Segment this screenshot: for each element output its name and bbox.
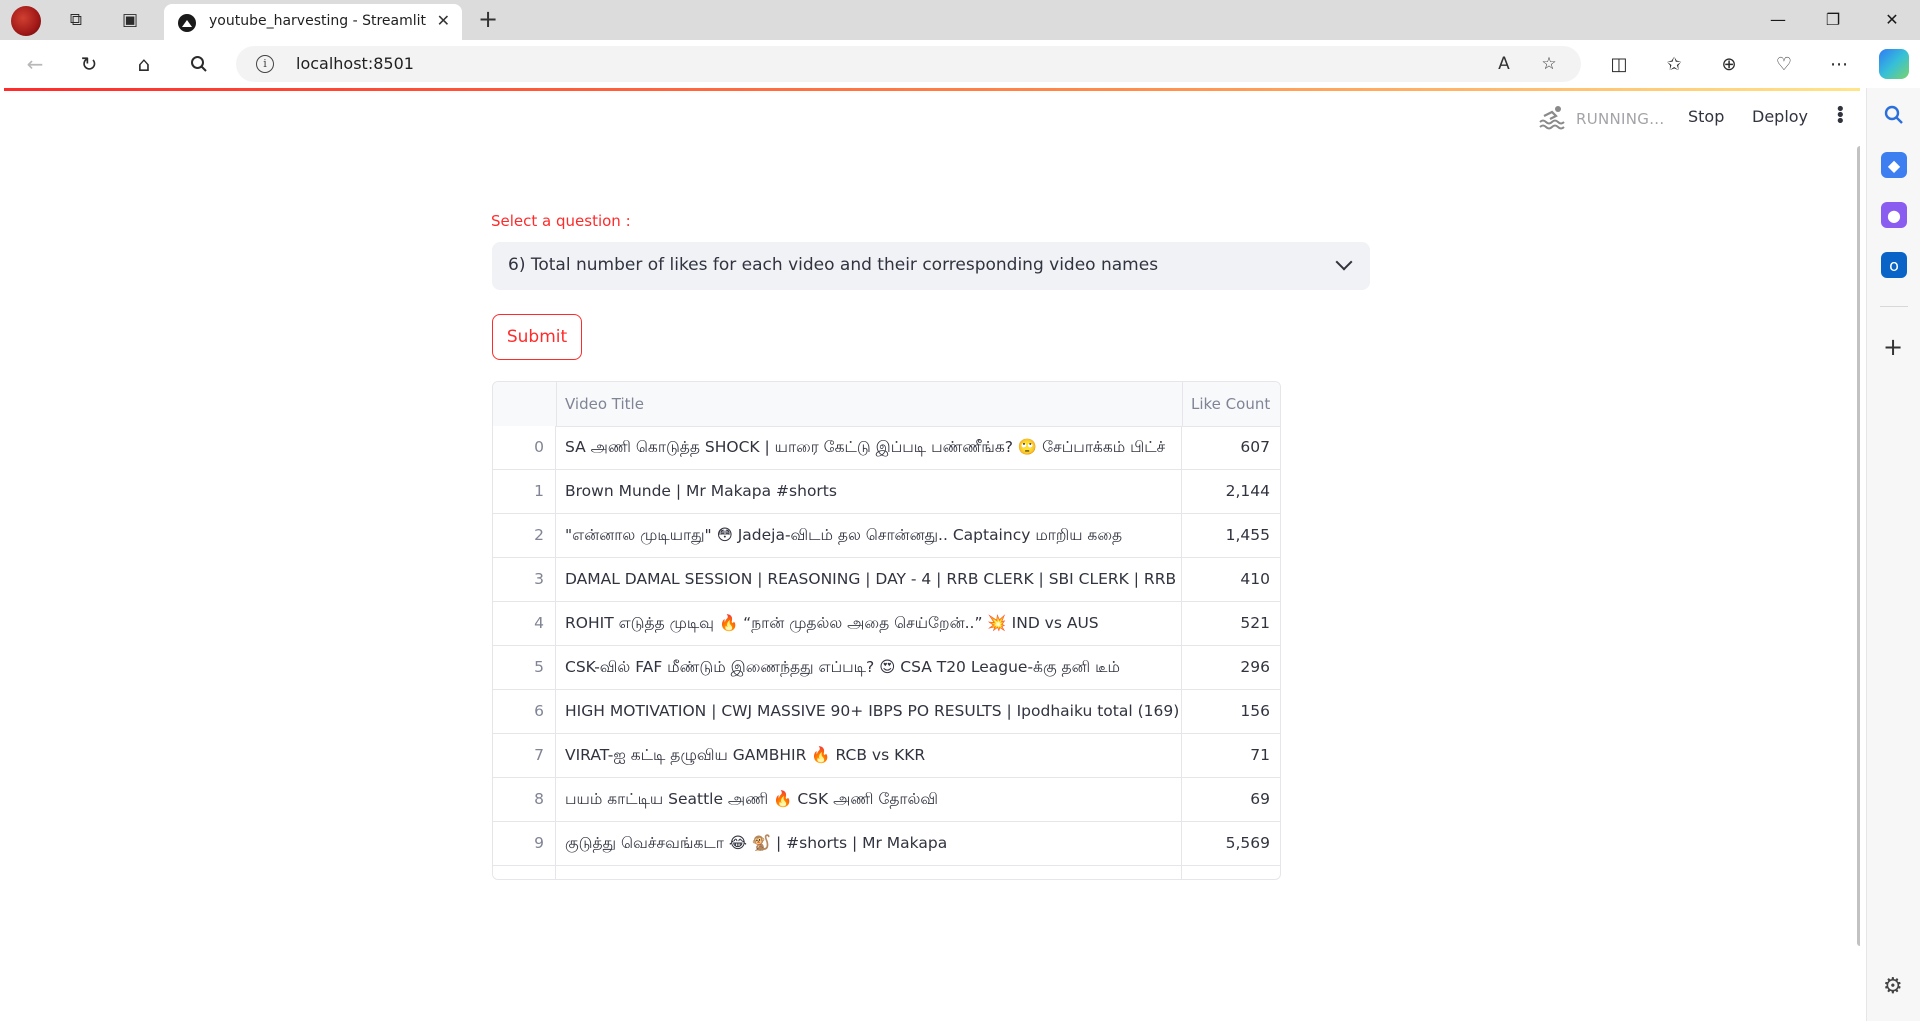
settings-more-icon[interactable]: ⋯ — [1826, 51, 1852, 77]
running-status: RUNNING... — [1576, 110, 1665, 128]
results-dataframe[interactable]: Video Title Like Count 0 SA அணி கொடுத்த … — [492, 381, 1281, 880]
dataframe-header: Video Title Like Count — [493, 382, 1280, 427]
video-title-cell[interactable]: "என்னால முடியாது" 😳 Jadeja-விடம் தல சொன்… — [556, 514, 1182, 557]
table-row[interactable]: 8 பயம் காட்டிய Seattle அணி 🔥 CSK அணி தோல… — [493, 778, 1280, 822]
video-title-header[interactable]: Video Title — [556, 382, 1182, 426]
like-count-cell[interactable]: 69 — [1182, 778, 1280, 821]
sidebar-settings-gear-icon[interactable]: ⚙ — [1883, 974, 1903, 999]
tab-title: youtube_harvesting - Streamlit — [209, 13, 426, 29]
page-scrollbar[interactable] — [1857, 146, 1860, 946]
sidebar-add-icon[interactable]: + — [1883, 333, 1903, 361]
row-index: 9 — [493, 822, 556, 865]
table-row-partial — [493, 866, 1280, 879]
video-title-cell[interactable]: HIGH MOTIVATION | CWJ MASSIVE 90+ IBPS P… — [556, 690, 1182, 733]
address-bar[interactable]: i localhost:8501 A ☆ — [236, 46, 1581, 82]
like-count-cell[interactable]: 410 — [1182, 558, 1280, 601]
like-count-cell[interactable]: 71 — [1182, 734, 1280, 777]
row-index: 5 — [493, 646, 556, 689]
row-index: 0 — [493, 426, 556, 469]
split-screen-icon[interactable]: ◫ — [1606, 51, 1632, 77]
video-title-cell — [556, 866, 1182, 879]
like-count-cell[interactable]: 5,569 — [1182, 822, 1280, 865]
question-select[interactable]: 6) Total number of likes for each video … — [492, 242, 1370, 290]
sidebar-outlook-icon[interactable]: o — [1881, 252, 1907, 278]
video-title-cell[interactable]: ROHIT எடுத்த முடிவு 🔥 “நான் முதல்ல அதை ச… — [556, 602, 1182, 645]
table-row[interactable]: 2 "என்னால முடியாது" 😳 Jadeja-விடம் தல சொ… — [493, 514, 1280, 558]
refresh-icon[interactable]: ↻ — [76, 51, 102, 77]
deploy-button[interactable]: Deploy — [1752, 107, 1808, 126]
back-arrow-icon[interactable]: ← — [22, 51, 48, 77]
collections-icon[interactable]: ⊕ — [1716, 51, 1742, 77]
index-header — [493, 382, 556, 426]
table-row[interactable]: 0 SA அணி கொடுத்த SHOCK | யாரை கேட்டு இப்… — [493, 426, 1280, 470]
video-title-cell[interactable]: DAMAL DAMAL SESSION | REASONING | DAY - … — [556, 558, 1182, 601]
read-aloud-icon[interactable]: A — [1493, 53, 1515, 75]
tab-actions-icon[interactable]: ▣ — [118, 8, 142, 32]
search-icon[interactable] — [186, 51, 212, 77]
row-index — [493, 866, 556, 879]
like-count-cell[interactable]: 1,455 — [1182, 514, 1280, 557]
row-index: 3 — [493, 558, 556, 601]
video-title-cell[interactable]: பயம் காட்டிய Seattle அணி 🔥 CSK அணி தோல்வ… — [556, 778, 1182, 821]
edge-sidebar: ◆ ● o + ⚙ — [1866, 88, 1920, 1021]
table-row[interactable]: 6 HIGH MOTIVATION | CWJ MASSIVE 90+ IBPS… — [493, 690, 1280, 734]
like-count-cell[interactable]: 156 — [1182, 690, 1280, 733]
restore-icon[interactable]: ❐ — [1813, 6, 1853, 32]
like-count-cell[interactable]: 2,144 — [1182, 470, 1280, 513]
stop-button[interactable]: Stop — [1688, 107, 1724, 126]
chevron-down-icon — [1335, 253, 1353, 271]
like-count-cell[interactable]: 607 — [1182, 426, 1280, 469]
row-index: 6 — [493, 690, 556, 733]
browser-tabstrip: ⧉ ▣ youtube_harvesting - Streamlit ✕ + —… — [0, 0, 1920, 40]
favorite-star-icon[interactable]: ☆ — [1538, 53, 1560, 75]
table-row[interactable]: 9 குடுத்து வெச்சவங்கடா 😂 🐒 | #shorts | M… — [493, 822, 1280, 866]
sidebar-divider — [1880, 306, 1908, 307]
row-index: 1 — [493, 470, 556, 513]
streamlit-favicon-icon — [178, 14, 196, 32]
workspaces-icon[interactable]: ⧉ — [64, 8, 88, 32]
sidebar-search-icon[interactable] — [1881, 102, 1907, 128]
site-info-icon[interactable]: i — [256, 55, 274, 73]
submit-button[interactable]: Submit — [492, 314, 582, 360]
select-label: Select a question : — [491, 212, 631, 230]
streamlit-page: RUNNING... Stop Deploy • • • Select a ques… — [4, 88, 1860, 1015]
like-count-header[interactable]: Like Count — [1182, 382, 1280, 426]
favorites-icon[interactable]: ✩ — [1661, 51, 1687, 77]
video-title-cell[interactable]: Brown Munde | Mr Makapa #shorts — [556, 470, 1182, 513]
streamlit-decoration-bar — [4, 88, 1860, 91]
video-title-cell[interactable]: குடுத்து வெச்சவங்கடா 😂 🐒 | #shorts | Mr … — [556, 822, 1182, 865]
table-row[interactable]: 4 ROHIT எடுத்த முடிவு 🔥 “நான் முதல்ல அதை… — [493, 602, 1280, 646]
home-icon[interactable]: ⌂ — [131, 51, 157, 77]
video-title-cell[interactable]: VIRAT-ஐ கட்டி தழுவிய GAMBHIR 🔥 RCB vs KK… — [556, 734, 1182, 777]
like-count-cell[interactable]: 521 — [1182, 602, 1280, 645]
swimmer-icon — [1538, 104, 1568, 130]
table-row[interactable]: 1 Brown Munde | Mr Makapa #shorts 2,144 — [493, 470, 1280, 514]
like-count-cell[interactable]: 296 — [1182, 646, 1280, 689]
video-title-cell[interactable]: SA அணி கொடுத்த SHOCK | யாரை கேட்டு இப்பட… — [556, 426, 1182, 469]
url-text[interactable]: localhost:8501 — [296, 54, 414, 73]
row-index: 4 — [493, 602, 556, 645]
video-title-cell[interactable]: CSK-வில் FAF மீண்டும் இணைந்தது எப்படி? 😍… — [556, 646, 1182, 689]
minimize-icon[interactable]: — — [1758, 6, 1798, 32]
sidebar-shopping-icon[interactable]: ◆ — [1881, 152, 1907, 178]
row-index: 7 — [493, 734, 556, 777]
table-row[interactable]: 5 CSK-வில் FAF மீண்டும் இணைந்தது எப்படி?… — [493, 646, 1280, 690]
new-tab-icon[interactable]: + — [478, 5, 498, 33]
row-index: 2 — [493, 514, 556, 557]
sidebar-office-icon[interactable]: ● — [1881, 202, 1907, 228]
close-window-icon[interactable]: ✕ — [1872, 6, 1912, 32]
profile-avatar[interactable] — [11, 6, 41, 36]
copilot-icon[interactable] — [1879, 49, 1909, 79]
close-tab-icon[interactable]: ✕ — [437, 11, 450, 30]
row-index: 8 — [493, 778, 556, 821]
table-row[interactable]: 7 VIRAT-ஐ கட்டி தழுவிய GAMBHIR 🔥 RCB vs … — [493, 734, 1280, 778]
browser-toolbar: ← ↻ ⌂ i localhost:8501 A ☆ ◫ ✩ ⊕ ♡ ⋯ — [0, 40, 1920, 88]
table-row[interactable]: 3 DAMAL DAMAL SESSION | REASONING | DAY … — [493, 558, 1280, 602]
select-value: 6) Total number of likes for each video … — [508, 255, 1159, 275]
browser-tab-active[interactable]: youtube_harvesting - Streamlit ✕ — [164, 4, 462, 40]
browser-essentials-icon[interactable]: ♡ — [1771, 51, 1797, 77]
kebab-menu-icon[interactable]: • • • — [1835, 101, 1846, 131]
